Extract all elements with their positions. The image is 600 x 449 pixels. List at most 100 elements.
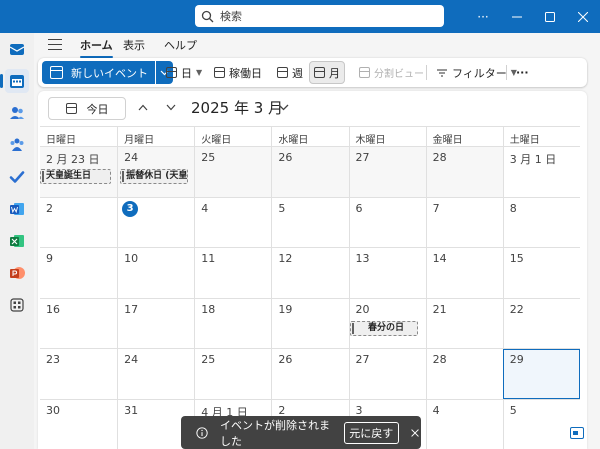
month-picker-chevron[interactable] bbox=[278, 101, 289, 114]
minimize-button[interactable] bbox=[500, 0, 534, 33]
calendar-work-week-icon bbox=[214, 67, 225, 78]
people-app-button[interactable] bbox=[5, 101, 29, 125]
day-cell[interactable]: 11 bbox=[194, 248, 271, 298]
next-month-button[interactable] bbox=[163, 99, 179, 115]
day-cell[interactable]: 4 bbox=[425, 399, 503, 449]
tab-home[interactable]: ホーム bbox=[80, 37, 113, 58]
day-cell[interactable]: 5 bbox=[271, 197, 348, 247]
search-box[interactable]: 検索 bbox=[195, 5, 444, 27]
hamburger-menu-icon[interactable] bbox=[48, 39, 62, 50]
close-window-button[interactable] bbox=[566, 0, 600, 33]
previous-month-button[interactable] bbox=[135, 99, 151, 115]
day-cell[interactable]: 4 bbox=[194, 197, 271, 247]
event-chip-emperor-birthday[interactable]: 天皇誕生日 bbox=[40, 169, 112, 184]
day-number: 3 月 1 日 bbox=[509, 153, 557, 166]
day-cell-selected[interactable]: 29 bbox=[502, 349, 580, 399]
day-cell[interactable]: 16 bbox=[40, 299, 117, 349]
day-cell[interactable]: 3 月 1 日 bbox=[502, 147, 580, 197]
calendar-app-button[interactable] bbox=[0, 69, 29, 93]
week-view-label: 週 bbox=[292, 66, 303, 80]
excel-app-button[interactable] bbox=[5, 229, 29, 253]
split-view-label: 分割ビュー bbox=[374, 69, 424, 80]
month-view-label: 月 bbox=[329, 66, 340, 80]
day-cell[interactable]: 28 bbox=[425, 147, 503, 197]
day-cell[interactable]: 30 bbox=[40, 400, 117, 449]
today-day-number: 3 bbox=[122, 200, 139, 217]
today-button[interactable]: 今日 bbox=[48, 97, 126, 120]
work-week-button[interactable]: 稼働日 bbox=[210, 61, 266, 84]
day-cell[interactable]: 19 bbox=[271, 298, 348, 348]
tab-help[interactable]: ヘルプ bbox=[164, 37, 197, 53]
todo-app-button[interactable] bbox=[5, 165, 29, 189]
undo-button[interactable]: 元に戻す bbox=[343, 421, 399, 444]
day-cell[interactable]: 17 bbox=[117, 298, 194, 348]
open-pane-icon[interactable] bbox=[570, 427, 584, 439]
day-cell[interactable]: 14 bbox=[425, 248, 503, 298]
day-cell[interactable]: 25 bbox=[194, 349, 271, 399]
mail-icon bbox=[9, 44, 25, 55]
month-title[interactable]: 2025 年 3 月 bbox=[191, 97, 283, 118]
word-app-button[interactable] bbox=[5, 197, 29, 221]
powerpoint-app-button[interactable] bbox=[5, 261, 29, 285]
mail-app-button[interactable] bbox=[5, 37, 29, 61]
day-cell[interactable]: 23 bbox=[40, 349, 117, 399]
day-cell[interactable]: 2 月 23 日 天皇誕生日 bbox=[40, 147, 118, 197]
tab-view[interactable]: 表示 bbox=[123, 37, 145, 53]
day-cell[interactable]: 12 bbox=[271, 248, 348, 298]
day-cell[interactable]: 13 bbox=[348, 248, 426, 298]
day-cell[interactable]: 9 bbox=[40, 248, 117, 298]
event-chip-vernal-equinox[interactable]: 春分の日 bbox=[349, 320, 418, 336]
ribbon-more-button[interactable]: ··· bbox=[512, 61, 533, 84]
day-number: 4 bbox=[432, 403, 440, 417]
day-number: 29 bbox=[509, 353, 524, 366]
groups-app-button[interactable] bbox=[5, 133, 29, 157]
day-number: 22 bbox=[509, 302, 524, 316]
ribbon-toolbar: 新しいイベント 日 ▼ 稼働日 週 月 分割ビュー フィルター ▼ ··· bbox=[38, 58, 587, 87]
week-view-button[interactable]: 週 bbox=[273, 61, 307, 84]
day-view-button[interactable]: 日 ▼ bbox=[162, 61, 206, 84]
day-cell[interactable]: 5 bbox=[502, 399, 580, 449]
split-view-button[interactable]: 分割ビュー bbox=[355, 61, 428, 84]
day-cell[interactable]: 27 bbox=[348, 349, 426, 399]
day-cell[interactable]: 22 bbox=[502, 298, 580, 348]
day-number: 7 bbox=[432, 201, 440, 215]
day-cell[interactable]: 18 bbox=[194, 298, 271, 348]
week-row: 2 月 23 日 天皇誕生日 24 振替休日 (天皇誕生日) 25 26 27 … bbox=[40, 146, 580, 197]
close-icon[interactable] bbox=[409, 426, 421, 440]
close-icon bbox=[578, 11, 588, 22]
more-apps-button[interactable] bbox=[5, 293, 29, 317]
day-number: 24 bbox=[124, 353, 139, 366]
day-number: 28 bbox=[432, 151, 447, 164]
new-event-label: 新しいイベント bbox=[71, 66, 148, 80]
day-cell[interactable]: 2 bbox=[40, 198, 117, 248]
day-cell[interactable]: 24 bbox=[117, 349, 194, 399]
excel-icon bbox=[10, 235, 24, 247]
weekday-header: 日曜日 月曜日 火曜日 水曜日 木曜日 金曜日 土曜日 bbox=[40, 126, 580, 147]
day-cell[interactable]: 21 bbox=[425, 298, 503, 348]
day-cell[interactable]: 15 bbox=[502, 248, 580, 298]
day-cell[interactable]: 7 bbox=[425, 197, 503, 247]
day-cell[interactable]: 24 振替休日 (天皇誕生日) bbox=[117, 147, 195, 197]
new-event-button[interactable]: 新しいイベント bbox=[42, 61, 155, 84]
day-cell[interactable]: 6 bbox=[348, 197, 426, 247]
day-number: 15 bbox=[509, 252, 524, 265]
day-number: 30 bbox=[46, 403, 60, 417]
day-cell[interactable]: 27 bbox=[348, 147, 426, 197]
day-cell[interactable]: 20 春分の日 bbox=[348, 298, 426, 348]
day-number: 2 bbox=[46, 201, 53, 215]
day-cell[interactable]: 8 bbox=[502, 197, 580, 247]
day-number: 18 bbox=[201, 302, 216, 316]
day-cell-today[interactable]: 3 bbox=[117, 197, 194, 247]
more-options-button[interactable]: ··· bbox=[466, 0, 500, 33]
day-cell[interactable]: 26 bbox=[271, 349, 348, 399]
month-view-button[interactable]: 月 bbox=[309, 61, 345, 84]
filter-button[interactable]: フィルター ▼ bbox=[432, 61, 521, 84]
event-chip-substitute-holiday[interactable]: 振替休日 (天皇誕生日) bbox=[120, 169, 189, 184]
groups-icon bbox=[10, 138, 24, 151]
maximize-button[interactable] bbox=[533, 0, 567, 33]
day-cell[interactable]: 26 bbox=[271, 147, 349, 197]
day-cell[interactable]: 28 bbox=[425, 349, 503, 399]
day-cell[interactable]: 25 bbox=[194, 147, 272, 197]
day-cell[interactable]: 10 bbox=[117, 248, 194, 298]
week-row: 16 17 18 19 20 春分の日 21 22 bbox=[40, 297, 580, 349]
